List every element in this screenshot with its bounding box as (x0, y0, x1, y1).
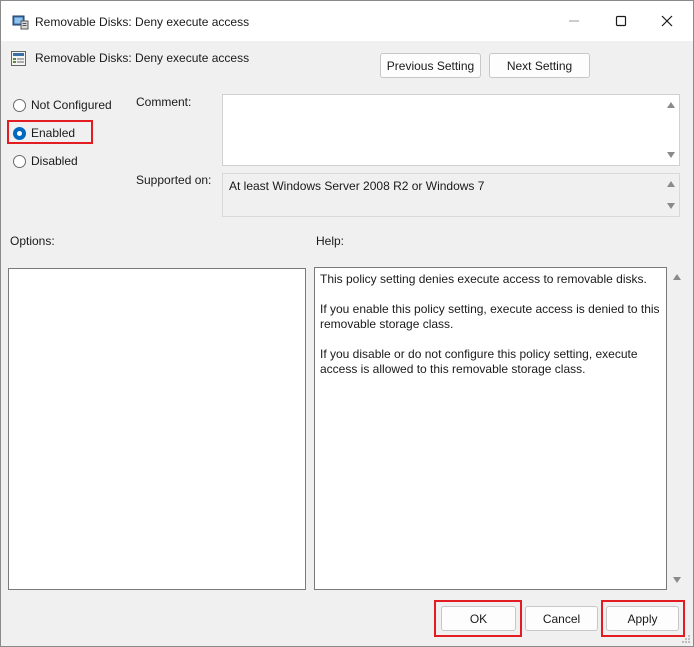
options-pane (8, 268, 306, 590)
scroll-down-icon[interactable] (667, 203, 675, 209)
scroll-up-icon[interactable] (673, 274, 681, 280)
supported-on-label: Supported on: (136, 173, 212, 187)
setting-title: Removable Disks: Deny execute access (35, 51, 250, 65)
maximize-icon (615, 15, 627, 27)
minimize-button[interactable] (551, 1, 597, 41)
window-title: Removable Disks: Deny execute access (35, 15, 250, 29)
scroll-up-icon[interactable] (667, 181, 675, 187)
radio-disabled[interactable]: Disabled (13, 152, 78, 170)
close-button[interactable] (644, 1, 690, 41)
radio-not-configured[interactable]: Not Configured (13, 96, 112, 114)
apply-highlight-box (601, 600, 685, 637)
ok-highlight-box (434, 600, 522, 637)
scroll-down-icon[interactable] (673, 577, 681, 583)
policy-setting-icon (11, 51, 26, 66)
enabled-highlight-box (7, 120, 93, 144)
policy-dialog: Removable Disks: Deny execute access Rem… (0, 0, 694, 647)
radio-label: Not Configured (31, 98, 112, 112)
supported-on-value: At least Windows Server 2008 R2 or Windo… (229, 179, 485, 193)
resize-grip-icon[interactable] (681, 634, 691, 644)
scroll-down-icon[interactable] (667, 152, 675, 158)
maximize-button[interactable] (598, 1, 644, 41)
help-label: Help: (316, 234, 345, 248)
scroll-up-icon[interactable] (667, 102, 675, 108)
radio-label: Disabled (31, 154, 78, 168)
options-label: Options: (10, 234, 55, 248)
help-scrollbar[interactable] (669, 267, 685, 590)
supported-on-field: At least Windows Server 2008 R2 or Windo… (222, 173, 680, 217)
help-paragraph: This policy setting denies execute acces… (320, 272, 647, 286)
radio-circle[interactable] (13, 154, 26, 168)
help-paragraph: If you enable this policy setting, execu… (320, 302, 660, 331)
group-policy-icon (12, 15, 29, 30)
comment-field[interactable] (222, 94, 680, 166)
help-text: This policy setting denies execute acces… (320, 272, 660, 392)
next-setting-button[interactable]: Next Setting (489, 53, 590, 78)
help-paragraph: If you disable or do not configure this … (320, 347, 638, 376)
comment-label: Comment: (136, 95, 192, 109)
cancel-button[interactable]: Cancel (525, 606, 598, 631)
close-icon (661, 15, 673, 27)
radio-circle[interactable] (13, 98, 26, 112)
supported-scrollbar[interactable] (663, 174, 679, 216)
comment-scrollbar[interactable] (663, 95, 679, 165)
title-bar[interactable]: Removable Disks: Deny execute access (1, 1, 693, 41)
help-pane: This policy setting denies execute acces… (314, 267, 667, 590)
minimize-icon (569, 20, 579, 22)
previous-setting-button[interactable]: Previous Setting (380, 53, 481, 78)
